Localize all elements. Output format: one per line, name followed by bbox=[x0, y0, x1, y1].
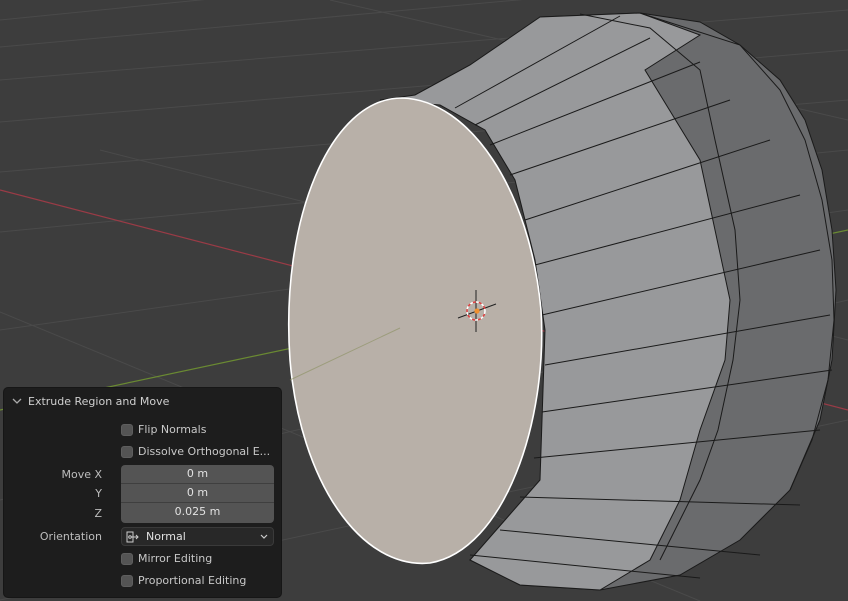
orientation-dropdown[interactable]: Normal bbox=[121, 527, 274, 546]
checkbox-box[interactable] bbox=[121, 445, 133, 458]
origin-dot bbox=[474, 308, 480, 314]
panel-header[interactable]: Extrude Region and Move bbox=[4, 388, 281, 414]
orientation-normal-icon bbox=[126, 531, 139, 542]
cylinder-mesh[interactable] bbox=[287, 12, 837, 591]
orientation-value: Normal bbox=[146, 530, 186, 543]
flip-normals-label: Flip Normals bbox=[138, 423, 207, 436]
proportional-editing-checkbox[interactable]: Proportional Editing bbox=[121, 574, 246, 587]
move-y-label: Y bbox=[95, 486, 102, 500]
chevron-down-icon bbox=[12, 398, 22, 404]
checkbox-box[interactable] bbox=[121, 574, 133, 587]
selected-front-face[interactable] bbox=[287, 97, 543, 565]
move-z-label: Z bbox=[94, 506, 102, 520]
checkbox-box[interactable] bbox=[121, 552, 133, 565]
flip-normals-checkbox[interactable]: Flip Normals bbox=[121, 423, 206, 436]
mirror-editing-label: Mirror Editing bbox=[138, 552, 213, 565]
panel-title: Extrude Region and Move bbox=[28, 394, 170, 408]
operator-redo-panel: Extrude Region and Move Flip Normals Dis… bbox=[3, 387, 282, 598]
move-z-field[interactable]: 0.025 m bbox=[121, 502, 274, 523]
dissolve-orthogonal-label: Dissolve Orthogonal E... bbox=[138, 445, 271, 458]
move-y-field[interactable]: 0 m bbox=[121, 483, 274, 503]
dissolve-orthogonal-checkbox[interactable]: Dissolve Orthogonal E... bbox=[121, 445, 270, 458]
mirror-editing-checkbox[interactable]: Mirror Editing bbox=[121, 552, 212, 565]
checkbox-box[interactable] bbox=[121, 423, 133, 436]
orientation-label: Orientation bbox=[39, 529, 102, 543]
proportional-editing-label: Proportional Editing bbox=[138, 574, 247, 587]
move-x-label: Move X bbox=[61, 467, 102, 481]
chevron-down-icon bbox=[260, 534, 268, 539]
move-x-field[interactable]: 0 m bbox=[121, 465, 274, 483]
